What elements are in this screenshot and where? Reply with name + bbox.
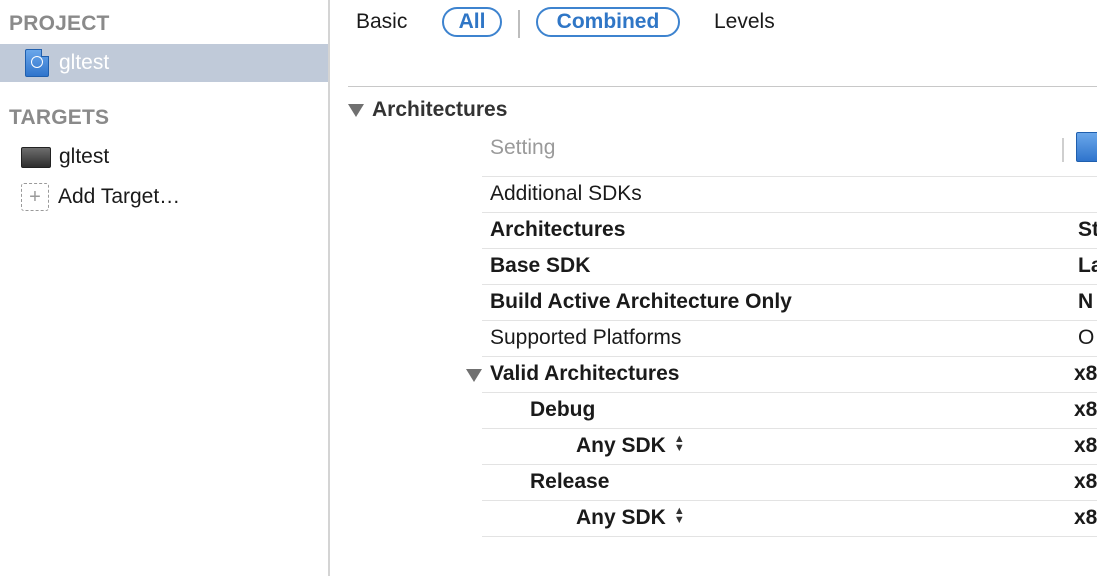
setting-name: Base SDK [490, 254, 591, 277]
table-row[interactable]: Valid Architectures x8 [466, 357, 1097, 393]
sidebar-item-project[interactable]: gltest [0, 44, 328, 82]
setting-name: Debug [530, 398, 596, 421]
setting-name: Architectures [490, 218, 626, 241]
table-row[interactable]: Debug x8 [482, 393, 1097, 429]
table-row[interactable]: Any SDK ▲ ▼ x8 [482, 429, 1097, 465]
group-title: Architectures [372, 98, 508, 121]
build-settings-pane: Basic All Combined Levels Architectures … [332, 0, 1097, 576]
add-target-icon: + [21, 183, 49, 211]
table-row[interactable]: Architectures St [482, 213, 1097, 249]
project-file-icon [25, 49, 49, 77]
navigator-sidebar: PROJECT gltest TARGETS gltest + Add Targ… [0, 0, 330, 576]
setting-column-header[interactable]: Setting [490, 136, 555, 160]
sidebar-item-target[interactable]: gltest [0, 138, 328, 176]
project-column-icon [1076, 132, 1097, 162]
setting-value: x8 [1074, 434, 1097, 457]
table-row[interactable]: Supported Platforms O [482, 321, 1097, 357]
add-target-button[interactable]: + Add Target… [0, 178, 328, 216]
table-row[interactable]: Additional SDKs [482, 176, 1097, 213]
table-row[interactable]: Build Active Architecture Only N [482, 285, 1097, 321]
setting-value: x8 [1074, 506, 1097, 529]
setting-name: Supported Platforms [490, 326, 682, 349]
filter-levels[interactable]: Levels [714, 7, 775, 37]
sdk-stepper-icon[interactable]: ▲ ▼ [674, 434, 685, 454]
settings-filter-bar: Basic All Combined Levels [332, 0, 1097, 44]
setting-value: x8 [1074, 470, 1097, 493]
setting-value: La [1078, 254, 1097, 277]
filter-combined[interactable]: Combined [536, 7, 680, 37]
header-divider [348, 86, 1097, 87]
table-row[interactable]: Base SDK La [482, 249, 1097, 285]
filter-all[interactable]: All [442, 7, 502, 37]
sidebar-item-project-label: gltest [59, 51, 110, 74]
column-separator [1062, 138, 1064, 162]
setting-name-with-stepper[interactable]: Any SDK ▲ ▼ [576, 434, 685, 458]
architectures-group-toggle[interactable]: Architectures [348, 96, 507, 124]
table-row[interactable]: Any SDK ▲ ▼ x8 [482, 501, 1097, 537]
setting-value: St [1078, 218, 1097, 241]
filter-basic[interactable]: Basic [356, 7, 407, 37]
targets-section-header: TARGETS [9, 106, 110, 129]
sdk-condition-label: Any SDK [576, 434, 666, 457]
setting-name: Release [530, 470, 610, 493]
sidebar-item-target-label: gltest [59, 145, 110, 168]
setting-value: O [1078, 326, 1095, 349]
setting-value: x8 [1074, 362, 1097, 385]
project-section-header: PROJECT [9, 12, 110, 35]
setting-value: x8 [1074, 398, 1097, 421]
app-target-icon [21, 146, 51, 168]
setting-name: Build Active Architecture Only [490, 290, 792, 313]
add-target-label: Add Target… [58, 185, 181, 208]
table-row[interactable]: Release x8 [482, 465, 1097, 501]
disclosure-triangle-icon [348, 103, 364, 117]
settings-table: Additional SDKs Architectures St Base SD… [466, 176, 1097, 537]
filter-separator [518, 10, 520, 38]
sdk-condition-label: Any SDK [576, 506, 666, 529]
setting-name: Additional SDKs [490, 182, 642, 205]
setting-value: N [1078, 290, 1094, 313]
setting-name-with-stepper[interactable]: Any SDK ▲ ▼ [576, 506, 685, 530]
setting-name: Valid Architectures [490, 362, 680, 385]
disclosure-triangle-icon[interactable] [466, 369, 482, 382]
sdk-stepper-icon[interactable]: ▲ ▼ [674, 506, 685, 526]
